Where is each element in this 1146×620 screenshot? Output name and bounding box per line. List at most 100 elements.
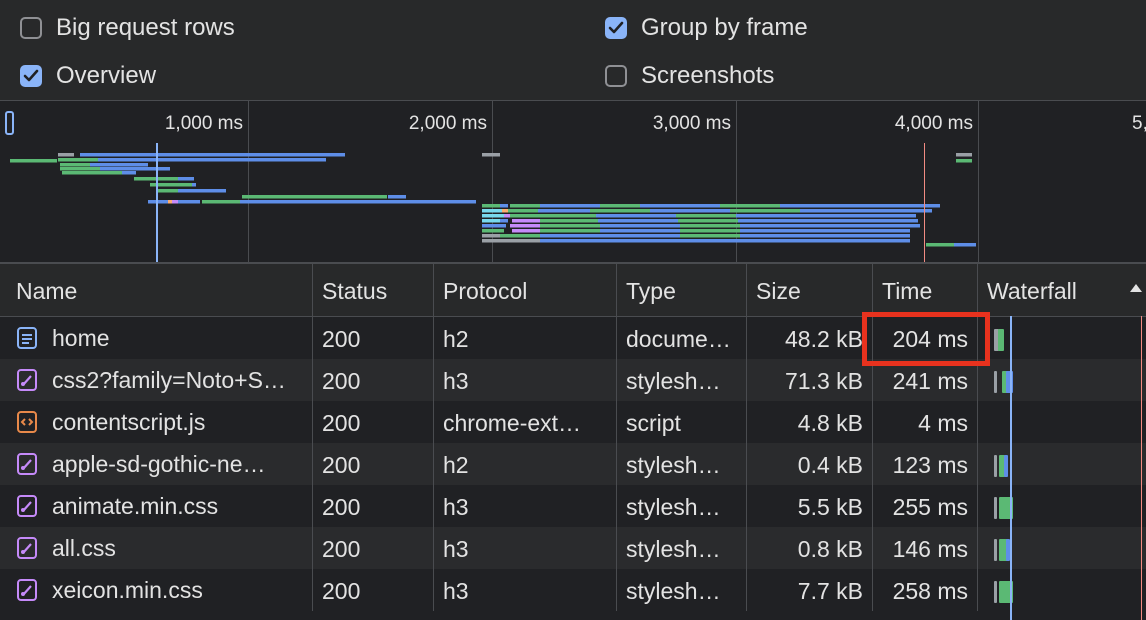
cell-waterfall	[978, 443, 1146, 485]
cell-name[interactable]: apple-sd-gothic-ne…	[0, 443, 313, 485]
cell-waterfall	[978, 527, 1146, 569]
cell-type: script	[617, 401, 747, 443]
overview-bar	[98, 158, 156, 162]
overview-option[interactable]: Overview	[20, 60, 156, 92]
overview-bar	[870, 209, 932, 213]
screenshots-checkbox[interactable]	[605, 65, 627, 87]
request-name[interactable]: css2?family=Noto+S…	[52, 359, 286, 401]
overview-bar	[780, 204, 840, 208]
cell-type: docume…	[617, 317, 747, 359]
overview-bar	[540, 229, 600, 233]
table-row[interactable]: xeicon.min.css 200 h3 stylesh… 7.7 kB 258 ms	[0, 569, 1146, 611]
group-by-frame-label[interactable]: Group by frame	[641, 14, 808, 42]
checkmark-icon	[23, 69, 39, 82]
column-header-waterfall[interactable]: Waterfall	[978, 264, 1146, 316]
cell-status: 200	[313, 401, 434, 443]
column-header-protocol[interactable]: Protocol	[434, 264, 617, 316]
cell-status: 200	[313, 443, 434, 485]
overview-bar	[738, 219, 808, 223]
overview-bar	[510, 224, 540, 228]
overview-bar	[730, 209, 800, 213]
column-header-name[interactable]: Name	[0, 264, 313, 316]
overview-bar	[500, 234, 540, 238]
overview-bar	[590, 209, 650, 213]
cell-name[interactable]: all.css	[0, 527, 313, 569]
overview-bar	[178, 189, 186, 193]
table-header: Name Status Protocol Type Size Time Wate…	[0, 264, 1146, 317]
overview-bar	[192, 183, 196, 187]
overview-checkbox[interactable]	[20, 65, 42, 87]
big-request-rows-checkbox[interactable]	[20, 17, 42, 39]
screenshots-label[interactable]: Screenshots	[641, 62, 774, 90]
cell-name[interactable]: xeicon.min.css	[0, 569, 313, 611]
overview-bar	[482, 229, 504, 233]
table-row[interactable]: animate.min.css 200 h3 stylesh… 5.5 kB 255 ms	[0, 485, 1146, 527]
network-overview-timeline[interactable]: 1,000 ms 2,000 ms 3,000 ms 4,000 ms 5,	[0, 101, 1146, 264]
table-row[interactable]: home 200 h2 docume… 48.2 kB 204 ms	[0, 317, 1146, 359]
cell-status: 200	[313, 485, 434, 527]
overview-bar	[202, 200, 240, 204]
overview-bar	[700, 239, 770, 243]
table-row[interactable]: apple-sd-gothic-ne… 200 h2 stylesh… 0.4 kB 12…	[0, 443, 1146, 485]
cell-protocol: h3	[434, 359, 617, 401]
waterfall-dom-content-loaded-line	[1010, 316, 1012, 620]
overview-bar	[810, 229, 910, 233]
group-by-frame-option[interactable]: Group by frame	[605, 12, 808, 44]
overview-bar	[720, 204, 780, 208]
group-by-frame-checkbox[interactable]	[605, 17, 627, 39]
cell-size: 7.7 kB	[747, 569, 873, 611]
overview-bar	[156, 158, 216, 162]
column-header-type[interactable]: Type	[617, 264, 747, 316]
screenshots-option[interactable]: Screenshots	[605, 60, 774, 92]
overview-bar	[806, 214, 916, 218]
request-name[interactable]: all.css	[52, 527, 116, 569]
overview-bar	[926, 243, 954, 247]
cell-name[interactable]: css2?family=Noto+S…	[0, 359, 313, 401]
cell-name[interactable]: home	[0, 317, 313, 359]
overview-bar	[216, 158, 326, 162]
request-name[interactable]: contentscript.js	[52, 401, 205, 443]
table-row[interactable]: css2?family=Noto+S… 200 h3 stylesh… 71.3 kB 2…	[0, 359, 1146, 401]
overview-bar	[600, 224, 680, 228]
request-name[interactable]: home	[52, 317, 110, 359]
overview-bar	[60, 167, 100, 171]
overview-bar	[512, 219, 540, 223]
overview-bar	[650, 209, 730, 213]
column-header-size[interactable]: Size	[747, 264, 873, 316]
overview-bar	[600, 234, 680, 238]
sort-ascending-icon[interactable]	[1130, 284, 1142, 292]
network-request-table: Name Status Protocol Type Size Time Wate…	[0, 264, 1146, 611]
overview-label[interactable]: Overview	[56, 62, 156, 90]
overview-bar	[482, 234, 500, 238]
overview-bar	[680, 224, 740, 228]
overview-bar	[482, 224, 506, 228]
table-row[interactable]: contentscript.js 200 chrome-ext… script 4.8 …	[0, 401, 1146, 443]
overview-bar	[810, 234, 910, 238]
cell-status: 200	[313, 527, 434, 569]
cell-size: 48.2 kB	[747, 317, 873, 359]
document-icon	[17, 327, 37, 349]
column-header-time[interactable]: Time	[873, 264, 978, 316]
cell-type: stylesh…	[617, 569, 747, 611]
overview-bar	[676, 214, 736, 218]
overview-bar	[500, 219, 508, 223]
cell-name[interactable]: contentscript.js	[0, 401, 313, 443]
column-header-status[interactable]: Status	[313, 264, 434, 316]
cell-protocol: h2	[434, 443, 617, 485]
overview-bar	[808, 219, 918, 223]
overview-bar	[482, 239, 540, 243]
overview-bar	[956, 153, 972, 157]
cell-name[interactable]: animate.min.css	[0, 485, 313, 527]
big-request-rows-label[interactable]: Big request rows	[56, 14, 235, 42]
cell-time: 258 ms	[873, 569, 978, 611]
request-name[interactable]: apple-sd-gothic-ne…	[52, 443, 266, 485]
request-name[interactable]: xeicon.min.css	[52, 569, 203, 611]
cell-waterfall	[978, 359, 1146, 401]
cell-time: 146 ms	[873, 527, 978, 569]
table-body: home 200 h2 docume… 48.2 kB 204 ms css2?family…	[0, 317, 1146, 611]
request-name[interactable]: animate.min.css	[52, 485, 218, 527]
big-request-rows-option[interactable]: Big request rows	[20, 12, 235, 44]
table-row[interactable]: all.css 200 h3 stylesh… 0.8 kB 146 ms	[0, 527, 1146, 569]
cell-status: 200	[313, 317, 434, 359]
overview-bar	[600, 204, 640, 208]
